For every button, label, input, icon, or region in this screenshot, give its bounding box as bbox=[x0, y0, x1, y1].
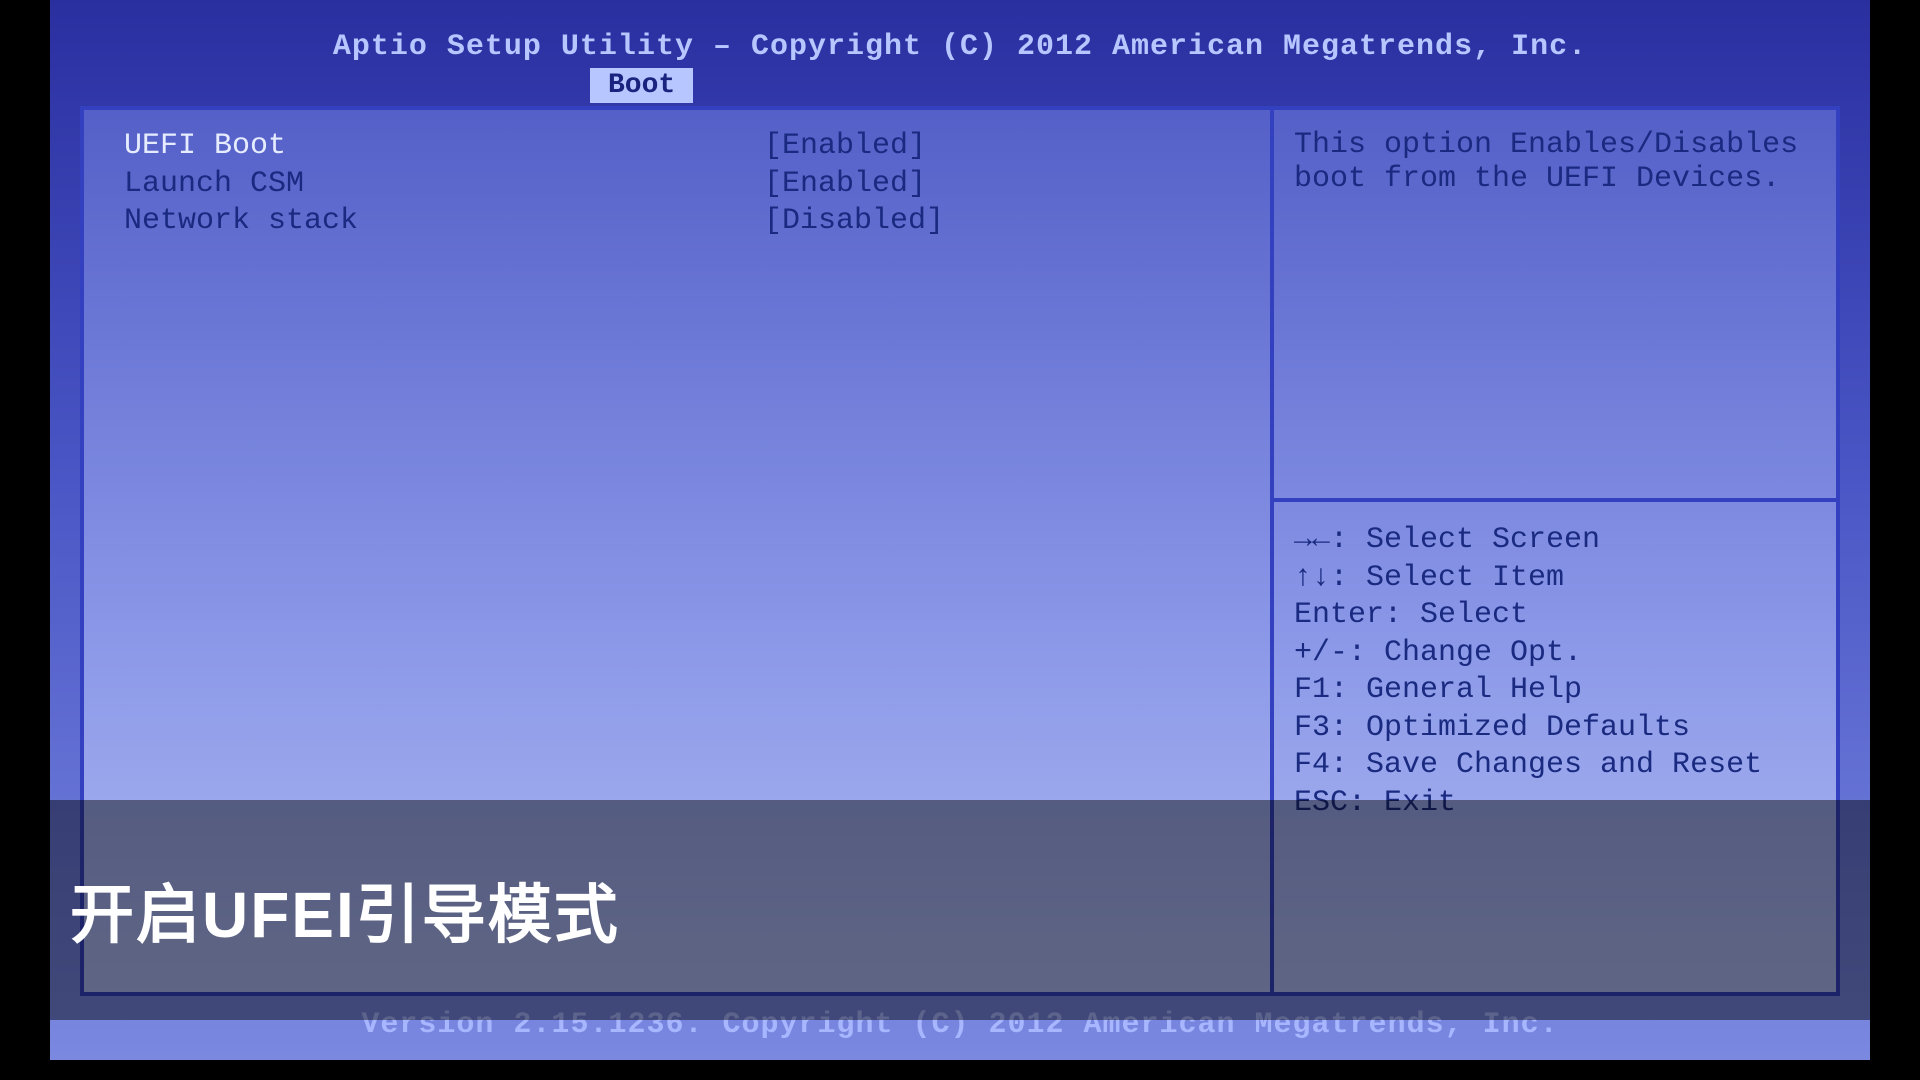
option-label: Launch CSM bbox=[124, 166, 764, 204]
bios-tabbar: Boot bbox=[50, 68, 1870, 104]
key-legend: →←: Select Screen ↑↓: Select Item Enter:… bbox=[1294, 502, 1816, 822]
option-value: [Enabled] bbox=[764, 128, 1230, 166]
key-general-help: F1: General Help bbox=[1294, 672, 1816, 710]
help-line-1: This option Enables/Disables bbox=[1294, 128, 1816, 162]
bios-header: Aptio Setup Utility – Copyright (C) 2012… bbox=[50, 0, 1870, 64]
tab-boot[interactable]: Boot bbox=[590, 68, 693, 103]
key-select-item: ↑↓: Select Item bbox=[1294, 560, 1816, 598]
option-launch-csm[interactable]: Launch CSM [Enabled] bbox=[124, 166, 1230, 204]
option-value: [Disabled] bbox=[764, 203, 1230, 241]
option-label: Network stack bbox=[124, 203, 764, 241]
key-enter: Enter: Select bbox=[1294, 597, 1816, 635]
key-select-screen: →←: Select Screen bbox=[1294, 522, 1816, 560]
key-change-opt: +/-: Change Opt. bbox=[1294, 635, 1816, 673]
video-caption-text: 开启UFEI引导模式 bbox=[70, 864, 620, 956]
option-network-stack[interactable]: Network stack [Disabled] bbox=[124, 203, 1230, 241]
bios-title: Aptio Setup Utility – Copyright (C) 2012… bbox=[333, 30, 1587, 64]
tab-boot-label: Boot bbox=[608, 70, 675, 101]
option-uefi-boot[interactable]: UEFI Boot [Enabled] bbox=[124, 128, 1230, 166]
video-caption-overlay: 开启UFEI引导模式 bbox=[0, 800, 1920, 1020]
option-value: [Enabled] bbox=[764, 166, 1230, 204]
help-line-2: boot from the UEFI Devices. bbox=[1294, 162, 1816, 196]
help-text-area: This option Enables/Disables boot from t… bbox=[1294, 128, 1816, 498]
key-optimized: F3: Optimized Defaults bbox=[1294, 710, 1816, 748]
key-save-reset: F4: Save Changes and Reset bbox=[1294, 747, 1816, 785]
option-label: UEFI Boot bbox=[124, 128, 764, 166]
